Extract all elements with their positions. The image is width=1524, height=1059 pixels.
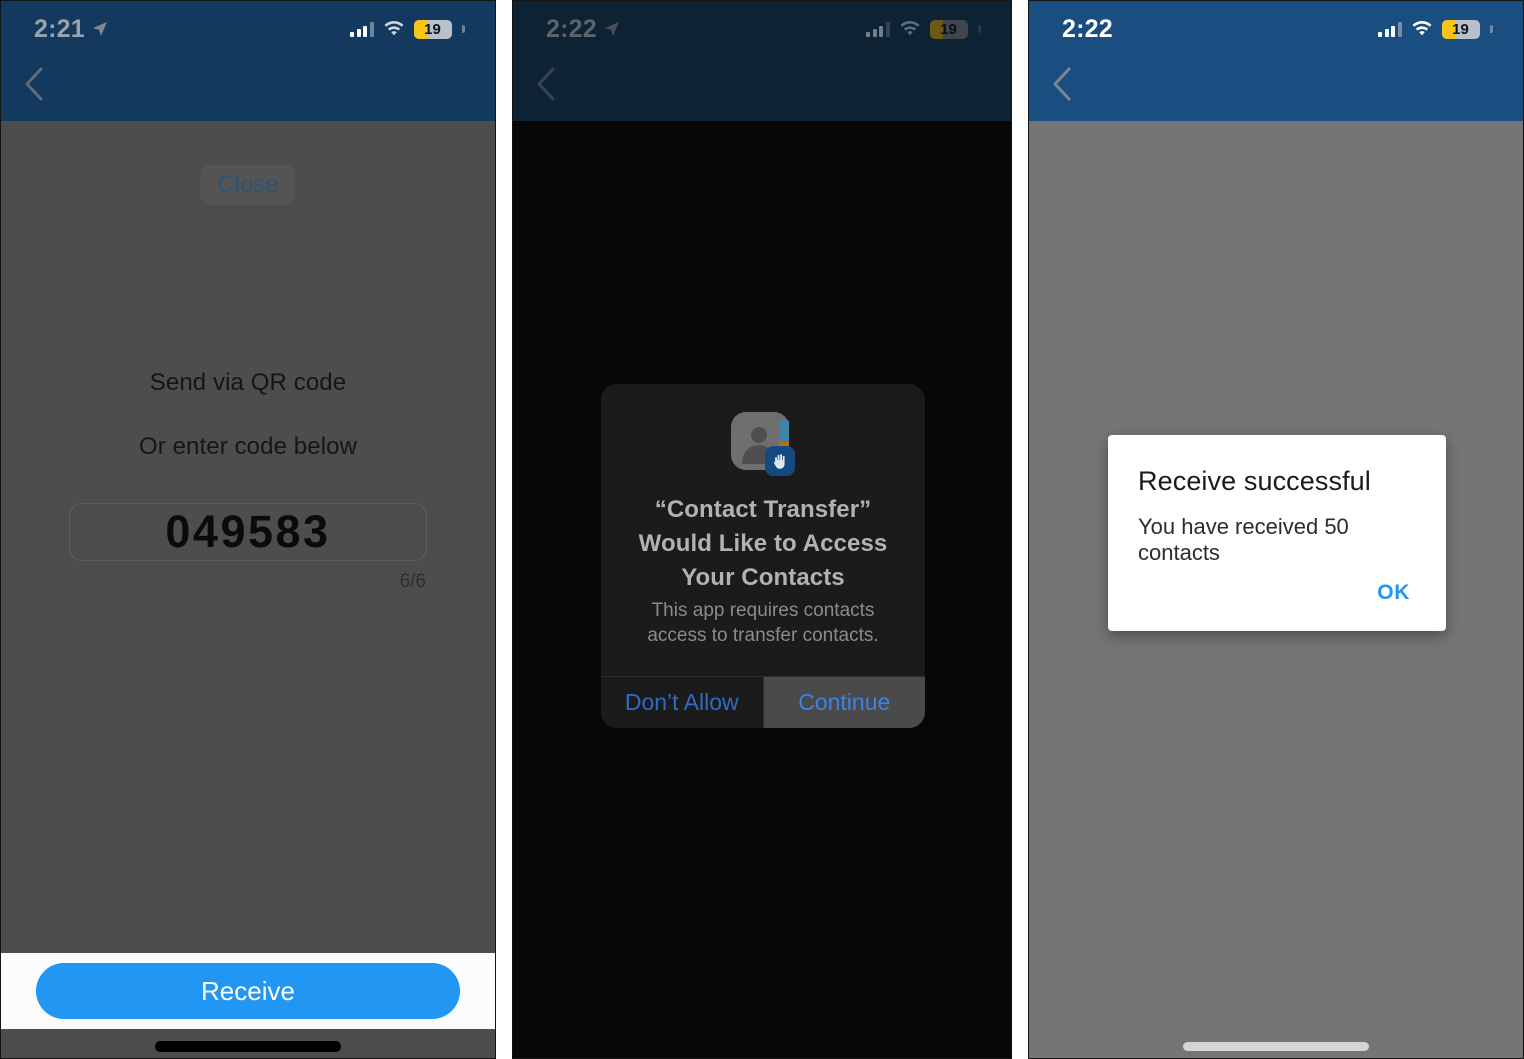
cellular-bars-icon [866,21,890,37]
phone-panel-code-entry: 2:21 19 Close Send via QR code Or enter … [0,0,496,1059]
status-bar-left: 2:22 [546,15,620,44]
navbar: 2:21 19 [1,1,495,121]
code-input-wrapper: 049583 6/6 [69,503,427,593]
footer-bar: Receive [1,953,495,1029]
permission-dialog: “Contact Transfer” Would Like to Access … [601,384,925,728]
screen-receive-success: 2:22 19 Receive successful You have rece… [1029,1,1523,1058]
close-button[interactable]: Close [200,165,296,205]
alert-message: You have received 50 contacts [1138,514,1349,565]
content-area: Close Send via QR code Or enter code bel… [1,121,495,1058]
battery-indicator: 19 [413,19,452,39]
battery-indicator: 19 [1441,19,1480,39]
battery-percent: 19 [424,20,441,38]
battery-cap-icon [978,25,981,33]
code-input-value: 049583 [165,506,331,557]
status-bar-left: 2:21 [34,15,108,44]
status-bar: 2:21 19 [1,11,495,47]
success-alert-dialog: Receive successful You have received 50 … [1108,435,1446,631]
status-bar-right: 19 [350,19,465,39]
permission-icon-wrapper [601,384,925,476]
back-chevron-icon[interactable] [1043,63,1081,105]
status-bar-right: 19 [1378,19,1493,39]
phone-panel-contacts-permission: 2:22 19 “Contact Transfer” Would Like to… [512,0,1012,1059]
qr-section: Send via QR code Or enter code below [1,369,495,461]
phone-panel-receive-success: 2:22 19 Receive successful You have rece… [1028,0,1524,1059]
permission-description: This app requires contacts access to tra… [647,600,879,646]
status-bar: 2:22 19 [1029,11,1523,47]
status-time: 2:22 [1062,14,1113,43]
cellular-bars-icon [1378,21,1402,37]
wifi-icon [899,21,921,37]
qr-subtitle: Or enter code below [138,433,358,460]
contacts-privacy-icon [731,412,795,476]
dont-allow-button[interactable]: Don’t Allow [601,677,763,728]
continue-button[interactable]: Continue [762,677,925,728]
wifi-icon [383,21,405,37]
qr-title: Send via QR code [149,369,347,396]
status-bar-right: 19 [866,19,981,39]
home-indicator [1183,1042,1369,1051]
home-indicator [155,1041,341,1052]
status-bar-left: 2:22 [1062,15,1113,44]
content-area: Receive successful You have received 50 … [1029,121,1523,1058]
alert-title: Receive successful [1138,466,1371,496]
battery-percent: 19 [1452,20,1469,38]
alert-actions: OK [1108,575,1446,631]
code-input[interactable]: 049583 [69,503,427,561]
battery-cap-icon [462,25,465,33]
location-arrow-icon [92,21,108,37]
receive-button[interactable]: Receive [36,963,460,1019]
battery-percent: 19 [940,20,957,38]
ok-button[interactable]: OK [1373,575,1414,611]
status-time: 2:21 [34,14,85,43]
location-arrow-icon [604,21,620,37]
permission-actions: Don’t Allow Continue [601,676,925,728]
screen-code-entry: 2:21 19 Close Send via QR code Or enter … [1,1,495,1058]
status-bar: 2:22 19 [513,11,1011,47]
status-time: 2:22 [546,14,597,43]
battery-indicator: 19 [929,19,968,39]
battery-cap-icon [1490,25,1493,33]
screen-contacts-permission: 2:22 19 “Contact Transfer” Would Like to… [513,1,1011,1058]
permission-title: “Contact Transfer” Would Like to Access … [638,496,888,591]
content-area: “Contact Transfer” Would Like to Access … [513,121,1011,1058]
cellular-bars-icon [350,21,374,37]
back-chevron-icon[interactable] [15,63,53,105]
wifi-icon [1411,21,1433,37]
navbar: 2:22 19 [1029,1,1523,121]
back-chevron-icon[interactable] [527,63,565,105]
screenshot-board: 2:21 19 Close Send via QR code Or enter … [0,0,1524,1059]
navbar: 2:22 19 [513,1,1011,121]
hand-privacy-badge-icon [765,446,795,476]
code-char-counter: 6/6 [399,571,426,592]
